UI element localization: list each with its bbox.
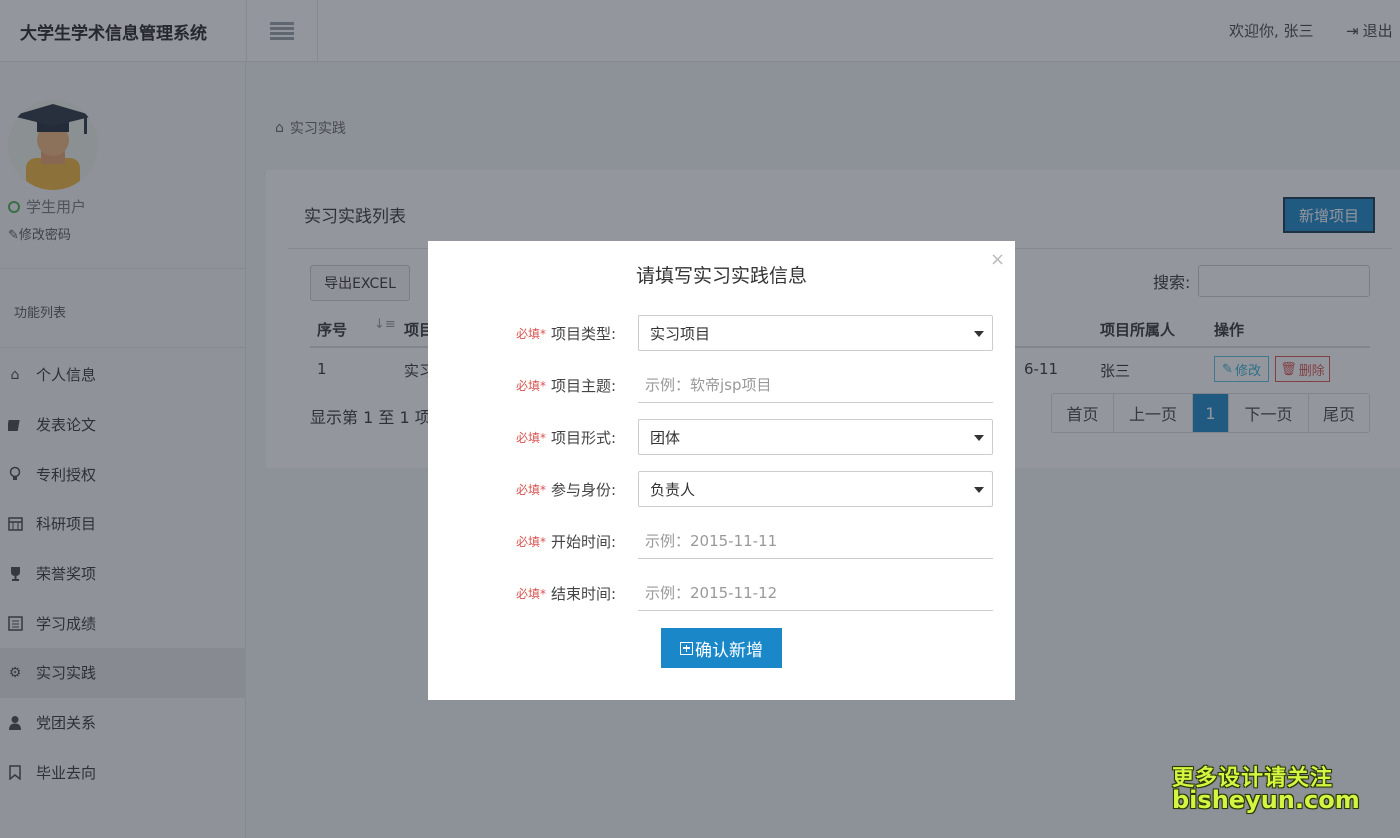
select-value: 团体 xyxy=(650,428,681,447)
form-row-project-form: 必填* 项目形式: 团体 xyxy=(428,419,1015,455)
form-row-project-topic: 必填* 项目主题: 示例：软帝jsp项目 xyxy=(428,367,1015,403)
confirm-add-button[interactable]: 确认新增 xyxy=(661,628,782,668)
field-label: 项目主题: xyxy=(551,377,617,395)
field-label: 项目形式: xyxy=(551,429,617,447)
caret-down-icon xyxy=(974,435,984,441)
plus-square-icon xyxy=(680,641,693,655)
project-type-select[interactable]: 实习项目 xyxy=(638,315,993,351)
field-label: 项目类型: xyxy=(551,325,617,343)
field-label: 结束时间: xyxy=(551,585,617,603)
required-tag: 必填* xyxy=(516,535,547,549)
project-form-select[interactable]: 团体 xyxy=(638,419,993,455)
form-row-start-date: 必填* 开始时间: 示例：2015-11-11 xyxy=(428,523,1015,559)
form-row-project-type: 必填* 项目类型: 实习项目 xyxy=(428,315,1015,351)
caret-down-icon xyxy=(974,487,984,493)
field-label: 参与身份: xyxy=(551,481,617,499)
participant-role-select[interactable]: 负责人 xyxy=(638,471,993,507)
close-icon[interactable]: × xyxy=(990,249,1005,270)
end-date-input[interactable]: 示例：2015-11-12 xyxy=(638,575,993,611)
field-label: 开始时间: xyxy=(551,533,617,551)
required-tag: 必填* xyxy=(516,379,547,393)
form-row-end-date: 必填* 结束时间: 示例：2015-11-12 xyxy=(428,575,1015,611)
add-internship-modal: 请填写实习实践信息 × 必填* 项目类型: 实习项目 必填* 项目主题: 示例：… xyxy=(428,241,1015,700)
confirm-add-label: 确认新增 xyxy=(695,640,763,661)
select-value: 实习项目 xyxy=(650,324,711,343)
watermark-line2: bisheyun.com xyxy=(1172,786,1360,814)
project-topic-input[interactable]: 示例：软帝jsp项目 xyxy=(638,367,993,403)
required-tag: 必填* xyxy=(516,431,547,445)
required-tag: 必填* xyxy=(516,483,547,497)
required-tag: 必填* xyxy=(516,587,547,601)
caret-down-icon xyxy=(974,331,984,337)
required-tag: 必填* xyxy=(516,327,547,341)
modal-title: 请填写实习实践信息 xyxy=(635,265,807,287)
start-date-input[interactable]: 示例：2015-11-11 xyxy=(638,523,993,559)
select-value: 负责人 xyxy=(650,480,696,499)
form-row-participant-role: 必填* 参与身份: 负责人 xyxy=(428,471,1015,507)
